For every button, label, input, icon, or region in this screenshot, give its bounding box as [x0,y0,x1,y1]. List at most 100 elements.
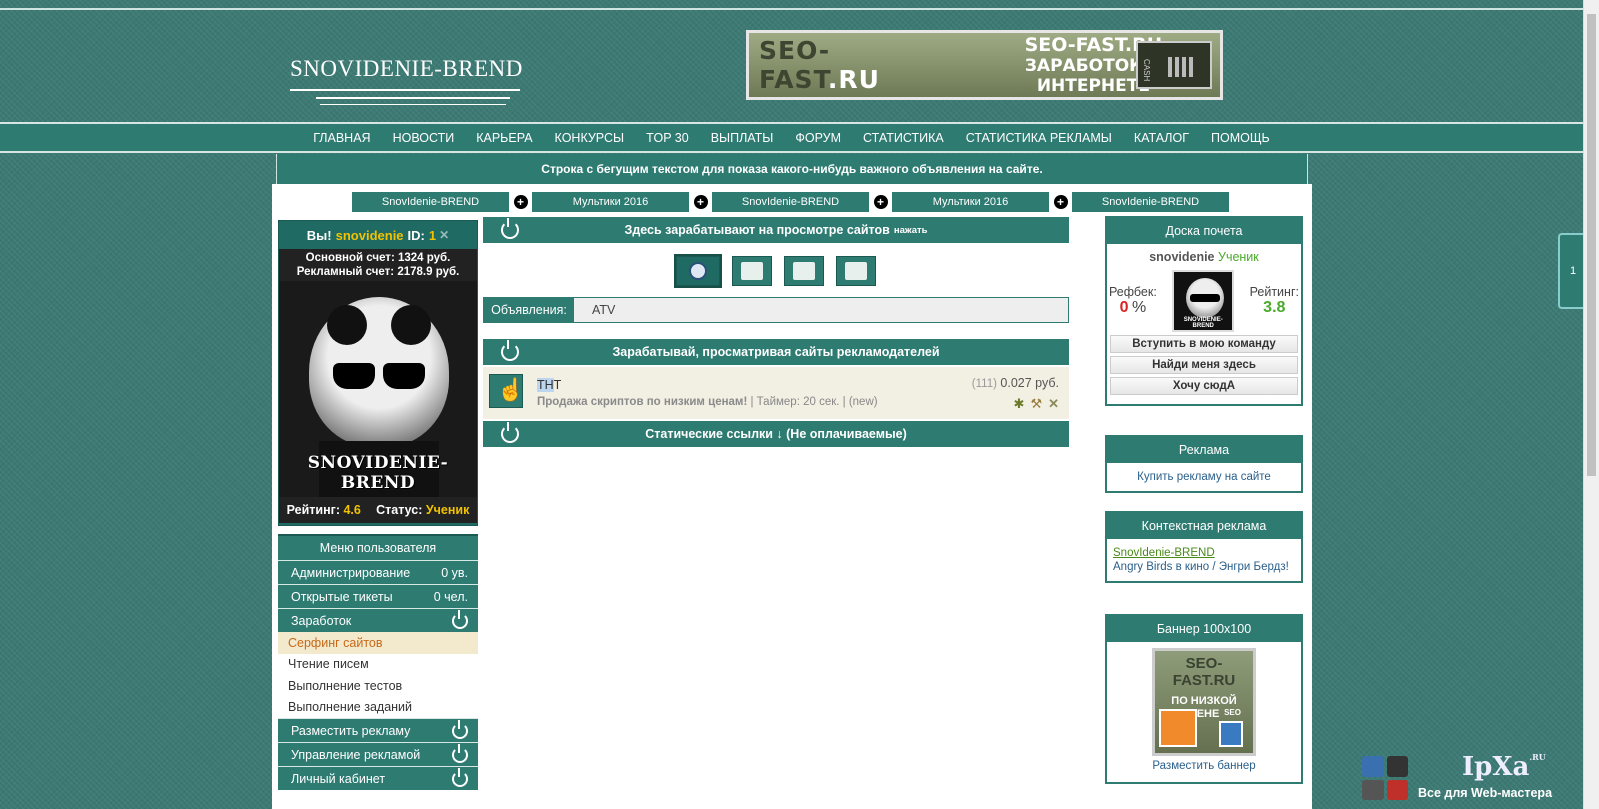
hand-click-icon[interactable] [489,374,524,408]
menu-manage-ad-label: Управление рекламой [291,747,421,762]
menu-tasks[interactable]: Выполнение заданий [278,696,478,718]
status-label: Статус: [376,503,423,517]
surf-list-item[interactable]: ТНТ Продажа скриптов по низким ценам! | … [483,367,1069,419]
avatar[interactable]: SNOVIDENIE-BREND [279,281,477,497]
plus-icon[interactable]: + [1049,195,1072,209]
mail-button[interactable] [732,256,772,286]
logout-icon[interactable]: ✕ [439,228,449,242]
nav-stats[interactable]: СТАТИСТИКА [863,131,944,145]
notepad-button[interactable] [784,256,824,286]
nav-home[interactable]: ГЛАВНАЯ [313,131,370,145]
menu-cabinet[interactable]: Личный кабинет [278,766,478,790]
menu-tests[interactable]: Выполнение тестов [278,675,478,697]
main-account: Основной счет: 1324 руб. [305,252,451,264]
ad-block: Реклама Купить рекламу на сайте [1105,435,1303,493]
nav-ad-stats[interactable]: СТАТИСТИКА РЕКЛАМЫ [966,131,1112,145]
user-menu-title: Меню пользователя [278,534,478,560]
surf-item-title[interactable]: ТНТ [537,378,561,392]
menu-manage-ad[interactable]: Управление рекламой [278,742,478,766]
plus-icon[interactable]: + [509,195,532,209]
nav-news[interactable]: НОВОСТИ [393,131,455,145]
power-icon [452,743,468,763]
plus-icon[interactable]: + [689,195,712,209]
nav-help[interactable]: ПОМОЩЬ [1211,131,1270,145]
ad-account: Рекламный счет: 2178.9 руб. [296,266,460,278]
menu-place-ad-label: Разместить рекламу [291,723,411,738]
context-ad-block: Контекстная реклама SnovIdenie-BREND Ang… [1105,511,1303,583]
user-rating-status: Рейтинг: 4.6 Статус: Ученик [279,497,477,523]
nav-payouts[interactable]: ВЫПЛАТЫ [711,131,774,145]
place-banner-link[interactable]: Разместить баннер [1107,756,1301,776]
banner-block-title: Баннер 100x100 [1107,616,1301,642]
menu-tickets[interactable]: Открытые тикеты 0 чел. [278,584,478,608]
site-logo[interactable]: SNOVIDENIE-BREND [290,56,523,82]
nav-contests[interactable]: КОНКУРСЫ [555,131,625,145]
top-border [0,0,1583,10]
announcements-text[interactable]: ATV [574,298,1068,322]
tab-link[interactable]: SnovIdenie-BREND [712,192,869,212]
menu-mail-reading[interactable]: Чтение писем [278,653,478,675]
user-box: Вы! snovidenie ID: 1 ✕ Основной счет: 13… [278,220,478,526]
click-link[interactable]: нажать [894,225,928,236]
avatar[interactable]: SNOVIDENIE-BREND [1172,270,1235,332]
clock-button[interactable] [674,254,722,288]
cubes-icon [1362,756,1408,800]
user-nick[interactable]: snovidenie [336,228,404,243]
account-balances: Основной счет: 1324 руб. Рекламный счет:… [279,249,477,281]
nav-career[interactable]: КАРЬЕРА [476,131,532,145]
menu-surfing[interactable]: Серфинг сайтов [278,632,478,654]
logo-underline [290,89,520,91]
power-icon[interactable] [501,340,519,361]
close-icon[interactable]: ✕ [1048,396,1059,412]
context-ad-text[interactable]: Angry Birds в кино / Энгри Бердз! [1107,559,1301,581]
banner-100x100[interactable]: SEO-FAST.RU ПО НИЗКОЙ ЦЕНЕ SEO [1152,648,1256,756]
buy-ad-link[interactable]: Купить рекламу на сайте [1107,463,1301,491]
power-icon[interactable] [501,218,519,239]
hof-nick[interactable]: snovidenie [1149,250,1214,264]
bug-icon[interactable]: ✱ [1014,396,1025,412]
scrollbar[interactable] [1583,0,1599,809]
top-banner[interactable]: SEO-FAST.RU SEO-FAST.RU ЗАРАБОТОК В ИНТЕ… [746,30,1223,100]
tab-link[interactable]: Мультики 2016 [892,192,1049,212]
earn-type-buttons [483,254,1069,288]
menu-earn-label: Заработок [291,613,352,628]
hof-stats: Рефбек: 0 % SNOVIDENIE-BREND Рейтинг: 3.… [1107,270,1301,332]
tab-link[interactable]: Мультики 2016 [532,192,689,212]
user-prefix: Вы! [306,227,332,243]
power-icon[interactable] [501,422,519,443]
want-here-button[interactable]: Хочу сюдА [1110,377,1298,395]
refback-value: 0 [1119,299,1129,316]
refback-label: Рефбек: [1109,285,1157,299]
join-team-button[interactable]: Вступить в мою команду [1110,335,1298,353]
hof-rating-value: 3.8 [1263,299,1286,316]
hall-of-fame: Доска почета snovidenie Ученик Рефбек: 0… [1105,216,1303,406]
nav-forum[interactable]: ФОРУМ [795,131,841,145]
marquee-announcement: Строка с бегущим текстом для показа како… [276,154,1308,184]
menu-admin[interactable]: Администрирование 0 ув. [278,560,478,584]
context-ad-link[interactable]: SnovIdenie-BREND [1107,539,1301,559]
tab-link[interactable]: SnovIdenie-BREND [1072,192,1229,212]
section-title: Зарабатывай, просматривая сайты рекламод… [612,345,940,359]
tab-link[interactable]: SnovIdenie-BREND [352,192,509,212]
power-icon [452,719,468,739]
user-id: 1 [428,227,437,243]
watermark-title: IpXa.RU [1462,752,1546,782]
avatar-caption: SNOVIDENIE-BREND [307,453,449,493]
nav-catalog[interactable]: КАТАЛОГ [1134,131,1189,145]
hammer-icon[interactable]: ⚒ [1030,396,1042,412]
menu-earn[interactable]: Заработок [278,608,478,632]
surf-item-actions: ✱ ⚒ ✕ [1014,396,1059,412]
banner-brand: SEO-FAST.RU [759,36,880,94]
scrollbar-thumb[interactable] [1587,14,1596,476]
plus-icon[interactable]: + [869,195,892,209]
find-me-button[interactable]: Найди меня здесь [1110,356,1298,374]
menu-place-ad[interactable]: Разместить рекламу [278,718,478,742]
status-value: Ученик [425,503,470,517]
window-search-button[interactable] [836,256,876,286]
side-panel-tab[interactable]: 1 [1558,233,1586,309]
power-icon [452,609,468,629]
nav-top30[interactable]: TOP 30 [646,131,689,145]
section-title: Статические ссылки ↓ (Не оплачиваемые) [645,427,907,441]
section-header-surfing: Здесь зарабатывают на просмотре сайтов н… [483,217,1069,243]
main-content: SnovIdenie-BREND + Мультики 2016 + SnovI… [272,184,1312,809]
